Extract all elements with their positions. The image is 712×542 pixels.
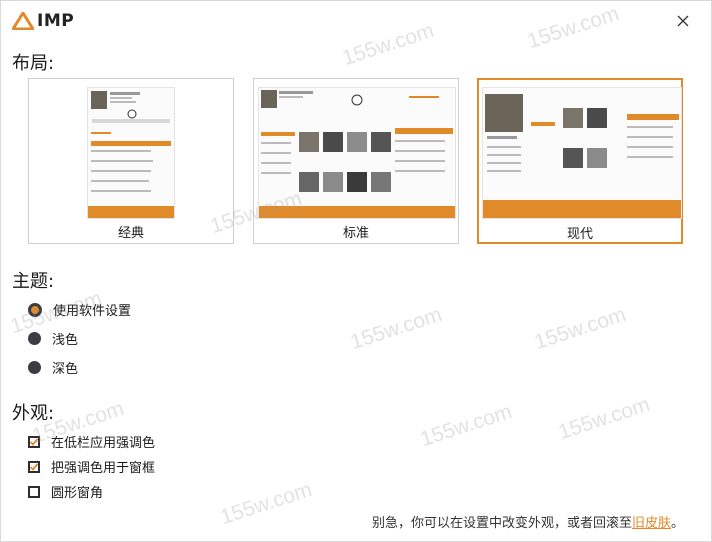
watermark: 155w.com <box>531 302 629 355</box>
checkbox-checked-icon[interactable] <box>28 435 40 448</box>
appearance-section-title: 外观: <box>12 403 55 424</box>
appearance-option-rounded-corners[interactable]: 圆形窗角 <box>28 482 103 501</box>
watermark: 155w.com <box>347 302 445 355</box>
appearance-option-accent-frame[interactable]: 把强调色用于窗框 <box>28 457 155 476</box>
aimp-triangle-icon <box>12 12 34 30</box>
watermark: 155w.com <box>524 1 622 54</box>
modern-preview-graphic <box>483 88 681 218</box>
modern-preview <box>482 87 682 219</box>
appearance-option-label: 圆形窗角 <box>51 486 104 501</box>
appearance-option-label: 把强调色用于窗框 <box>51 461 156 476</box>
watermark: 155w.com <box>217 477 315 530</box>
radio-unchecked-icon[interactable] <box>28 361 41 374</box>
layout-classic-card[interactable]: 经典 <box>28 78 234 244</box>
classic-preview-graphic <box>88 88 174 218</box>
close-icon <box>677 15 689 27</box>
logo-text: IMP <box>37 11 75 31</box>
theme-option-light[interactable]: 浅色 <box>28 329 78 348</box>
footer-suffix: 。 <box>670 516 684 531</box>
layout-standard-card[interactable]: 标准 <box>253 78 459 244</box>
layout-modern-label: 现代 <box>566 227 593 242</box>
theme-option-label: 使用软件设置 <box>53 304 132 319</box>
footer-text: 别急，你可以在设置中改变外观，或者回滚至 <box>371 516 632 531</box>
checkmark-icon <box>30 462 38 471</box>
theme-option-label: 浅色 <box>52 333 79 348</box>
radio-unchecked-icon[interactable] <box>28 332 41 345</box>
standard-preview-graphic <box>259 88 455 218</box>
footer-note: 别急，你可以在设置中改变外观，或者回滚至旧皮肤。 <box>372 512 684 531</box>
classic-preview <box>87 87 175 219</box>
appearance-option-accent-bar[interactable]: 在低栏应用强调色 <box>28 432 155 451</box>
watermark: 155w.com <box>555 392 653 445</box>
theme-section-title: 主题: <box>12 271 55 292</box>
skin-selection-dialog: IMP 布局: 经典 标准 现代 主题: 使用软件设置 浅色 深色 外观: 在低… <box>0 0 712 542</box>
aimp-logo: IMP <box>12 10 74 32</box>
theme-option-dark[interactable]: 深色 <box>28 358 78 377</box>
checkbox-unchecked-icon[interactable] <box>28 485 40 498</box>
theme-option-system[interactable]: 使用软件设置 <box>28 300 131 319</box>
close-button[interactable] <box>673 11 693 31</box>
layout-section-title: 布局: <box>12 53 55 74</box>
layout-standard-label: 标准 <box>342 226 369 241</box>
standard-preview <box>258 87 456 219</box>
layout-classic-label: 经典 <box>117 226 144 241</box>
old-skin-link[interactable]: 旧皮肤 <box>632 516 671 531</box>
layout-modern-card[interactable]: 现代 <box>477 78 683 244</box>
radio-checked-icon[interactable] <box>28 302 42 317</box>
appearance-option-label: 在低栏应用强调色 <box>51 436 156 451</box>
theme-option-label: 深色 <box>52 362 79 377</box>
watermark: 155w.com <box>417 399 515 452</box>
watermark: 155w.com <box>339 18 437 71</box>
checkbox-checked-icon[interactable] <box>28 460 40 473</box>
checkmark-icon <box>30 437 38 446</box>
